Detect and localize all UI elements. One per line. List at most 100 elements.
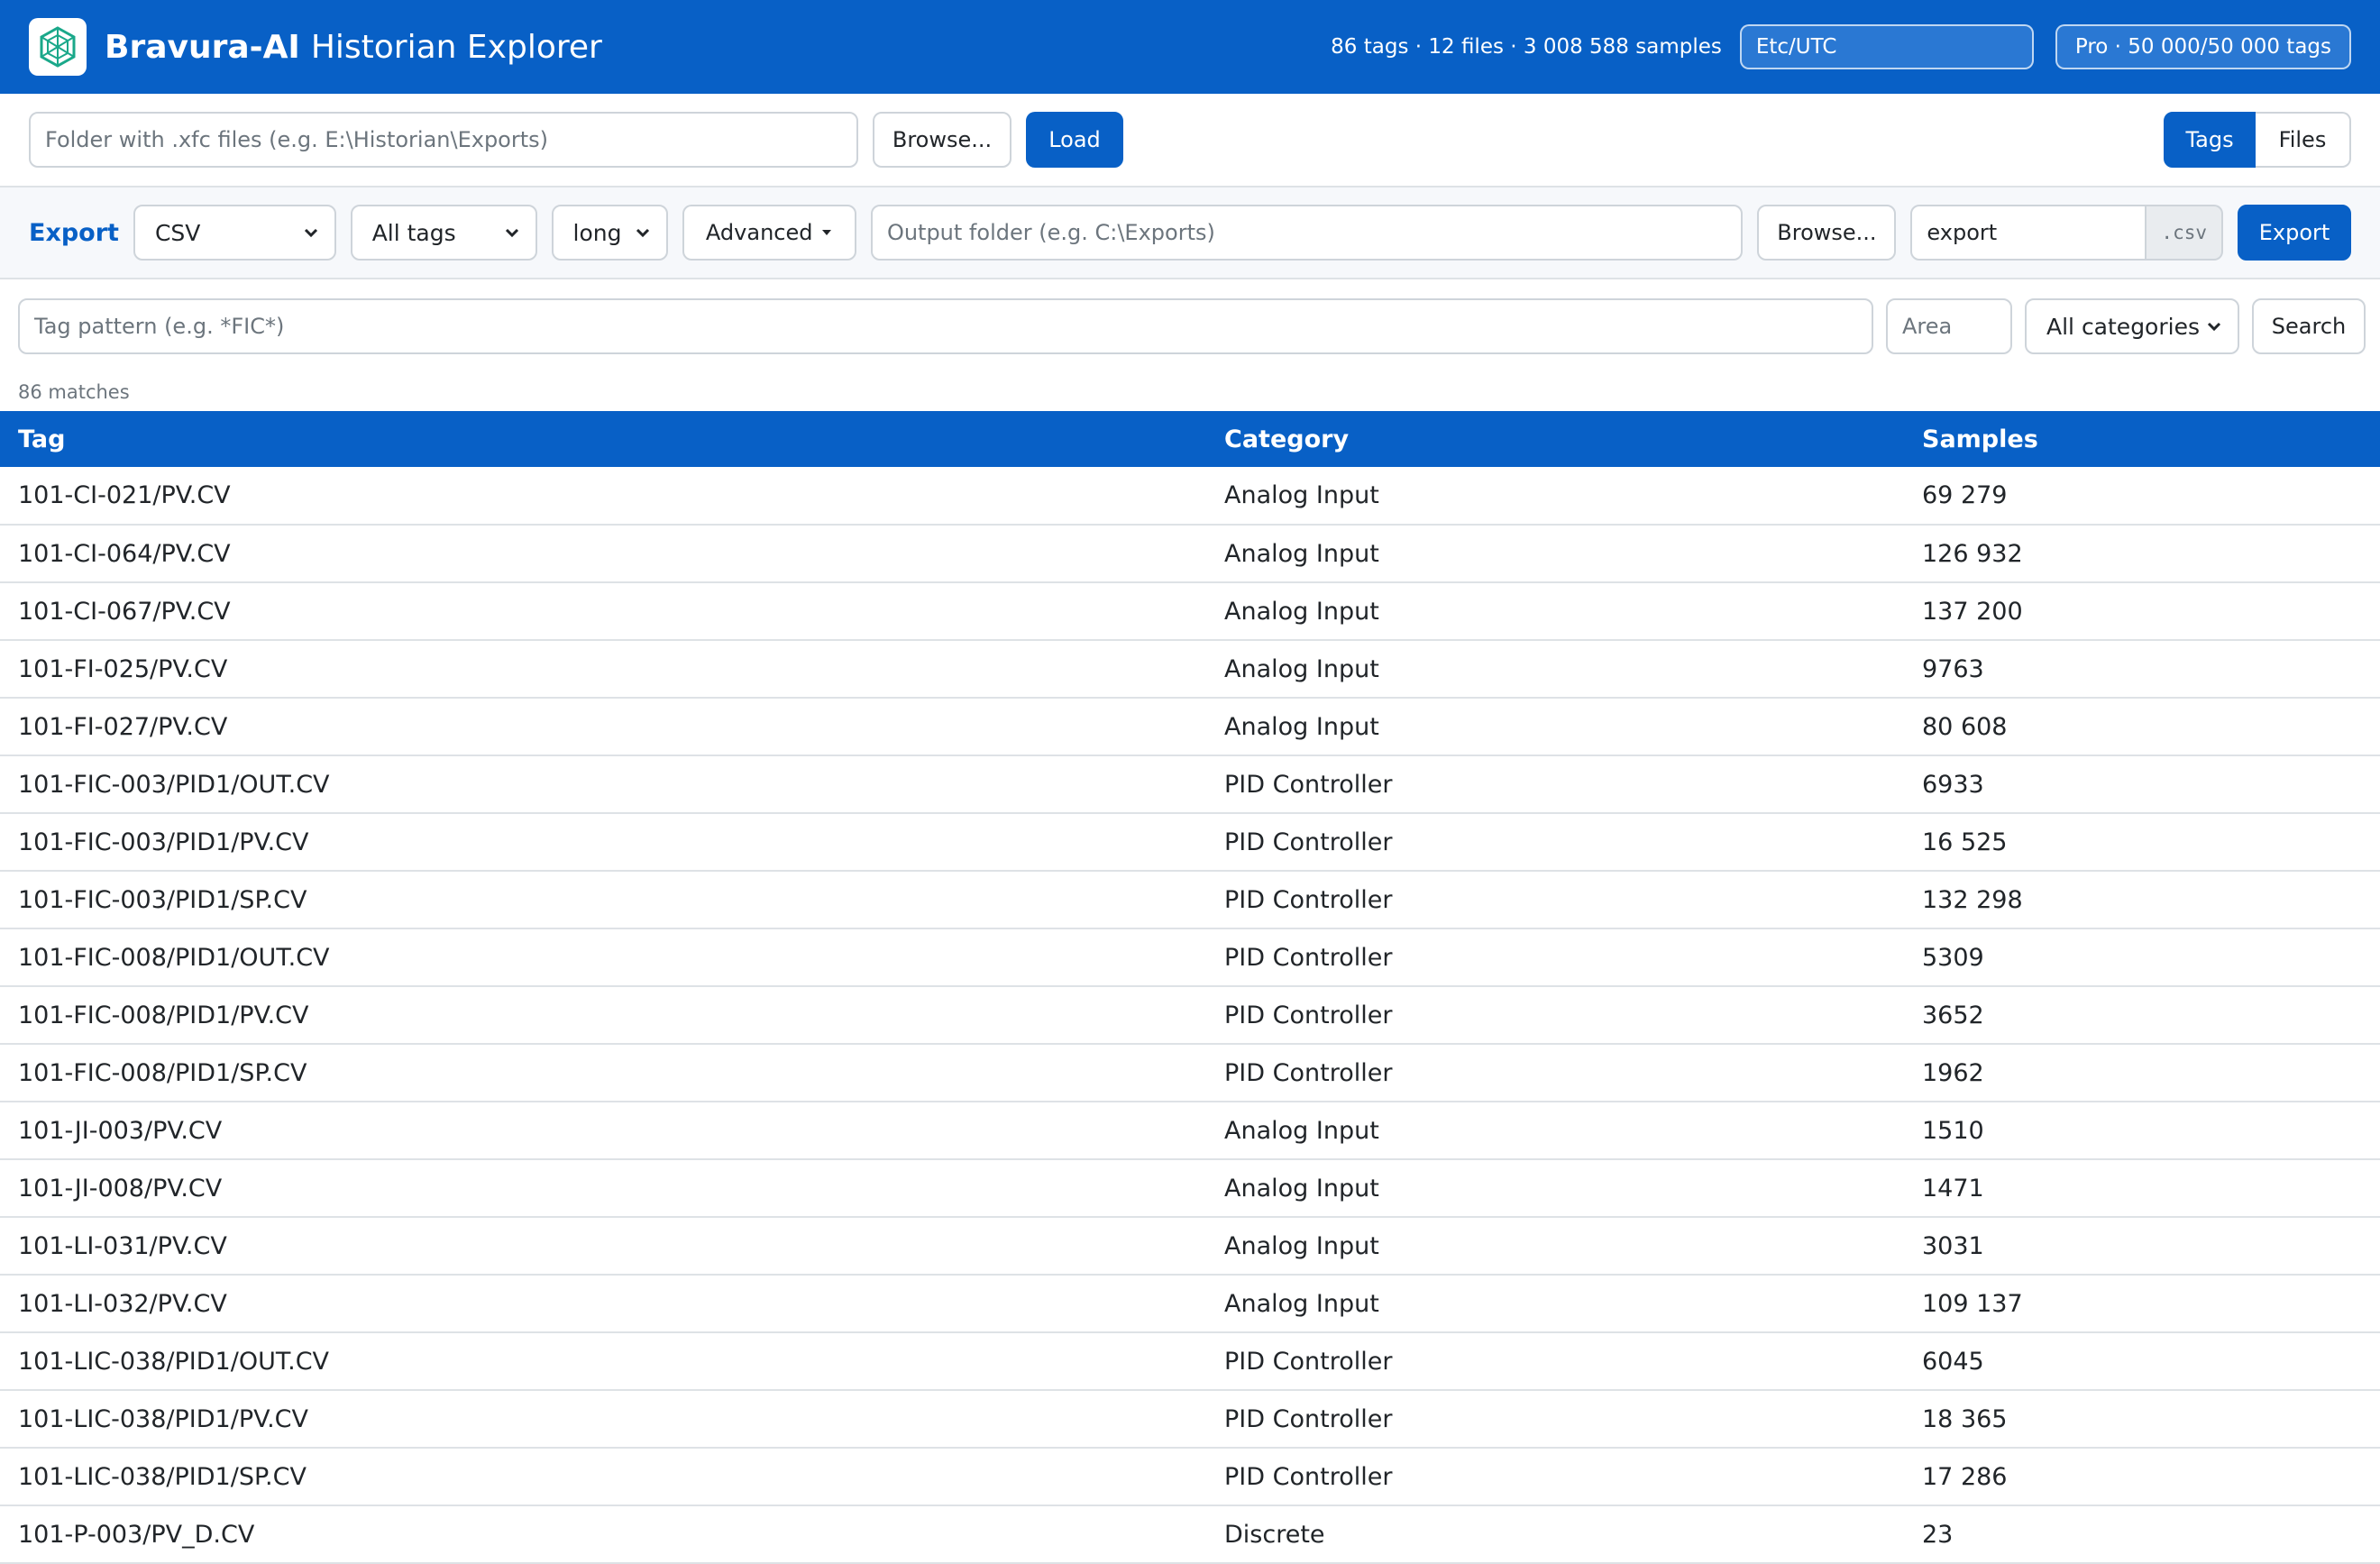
samples-cell: 80 608	[1904, 698, 2380, 756]
tag-cell: 101-JI-003/PV.CV	[0, 1102, 1206, 1160]
tags-table: Tag Category Samples 101-CI-021/PV.CV Ana…	[0, 411, 2380, 1564]
category-cell: Analog Input	[1206, 698, 1904, 756]
category-select[interactable]: All categories	[2025, 298, 2239, 354]
table-row[interactable]: 101-P-003/PV_D.CV Discrete 23	[0, 1505, 2380, 1564]
table-row[interactable]: 101-FIC-003/PID1/OUT.CV PID Controller 693…	[0, 755, 2380, 814]
category-cell: PID Controller	[1206, 1448, 1904, 1506]
table-row[interactable]: 101-CI-064/PV.CV Analog Input 126 932	[0, 525, 2380, 583]
samples-cell: 16 525	[1904, 813, 2380, 872]
tag-cell: 101-LIC-038/PID1/SP.CV	[0, 1448, 1206, 1506]
export-bar: Export CSV All tags long Advanced Output…	[0, 187, 2380, 279]
column-header-tag[interactable]: Tag	[0, 411, 1206, 467]
samples-cell: 137 200	[1904, 582, 2380, 641]
scope-select[interactable]: All tags	[350, 205, 537, 261]
table-row[interactable]: 101-JI-008/PV.CV Analog Input 1471	[0, 1159, 2380, 1218]
column-header-samples[interactable]: Samples	[1904, 411, 2380, 467]
table-header-row: Tag Category Samples	[0, 411, 2380, 467]
samples-cell: 3652	[1904, 986, 2380, 1045]
samples-cell: 69 279	[1904, 467, 2380, 526]
chevron-down-icon	[636, 228, 649, 238]
tag-cell: 101-LIC-038/PID1/PV.CV	[0, 1390, 1206, 1449]
tag-cell: 101-FIC-008/PID1/SP.CV	[0, 1044, 1206, 1102]
tag-cell: 101-FI-027/PV.CV	[0, 698, 1206, 756]
output-folder-input[interactable]: Output folder (e.g. C:\Exports)	[870, 205, 1744, 261]
table-row[interactable]: 101-LIC-038/PID1/PV.CV PID Controller 18 3…	[0, 1390, 2380, 1449]
category-cell: Analog Input	[1206, 1102, 1904, 1160]
tag-cell: 101-CI-064/PV.CV	[0, 525, 1206, 583]
tag-cell: 101-FIC-003/PID1/PV.CV	[0, 813, 1206, 872]
chevron-down-icon	[505, 228, 518, 238]
category-cell: PID Controller	[1206, 813, 1904, 872]
format-select[interactable]: CSV	[133, 205, 336, 261]
samples-cell: 126 932	[1904, 525, 2380, 583]
browse-output-button[interactable]: Browse...	[1757, 205, 1897, 261]
output-folder-placeholder: Output folder (e.g. C:\Exports)	[886, 220, 1215, 245]
table-row[interactable]: 101-FIC-008/PID1/PV.CV PID Controller 3652	[0, 986, 2380, 1045]
load-button[interactable]: Load	[1026, 112, 1123, 168]
category-cell: Analog Input	[1206, 582, 1904, 641]
category-cell: PID Controller	[1206, 1390, 1904, 1449]
tag-cell: 101-FIC-003/PID1/OUT.CV	[0, 755, 1206, 814]
cube-logo-icon	[40, 26, 76, 68]
tag-cell: 101-P-003/PV_D.CV	[0, 1505, 1206, 1564]
timezone-select[interactable]: Etc/UTC	[1739, 24, 2034, 69]
advanced-label: Advanced	[705, 220, 813, 245]
table-row[interactable]: 101-FI-027/PV.CV Analog Input 80 608	[0, 698, 2380, 756]
app-subtitle: Historian Explorer	[310, 28, 602, 66]
category-cell: Analog Input	[1206, 467, 1904, 526]
column-header-category[interactable]: Category	[1206, 411, 1904, 467]
folder-input-placeholder: Folder with .xfc files (e.g. E:\Historia…	[45, 127, 548, 152]
table-body: 101-CI-021/PV.CV Analog Input 69 279 101-CI…	[0, 467, 2380, 1564]
samples-cell: 3031	[1904, 1217, 2380, 1276]
tag-pattern-input[interactable]: Tag pattern (e.g. *FIC*)	[18, 298, 1873, 354]
tag-cell: 101-FIC-003/PID1/SP.CV	[0, 871, 1206, 929]
tag-cell: 101-LI-032/PV.CV	[0, 1275, 1206, 1333]
table-row[interactable]: 101-JI-003/PV.CV Analog Input 1510	[0, 1102, 2380, 1160]
chevron-down-icon	[304, 228, 317, 238]
license-button[interactable]: Pro · 50 000/50 000 tags	[2055, 24, 2351, 69]
table-row[interactable]: 101-FIC-008/PID1/SP.CV PID Controller 1962	[0, 1044, 2380, 1102]
table-row[interactable]: 101-CI-021/PV.CV Analog Input 69 279	[0, 467, 2380, 526]
table-row[interactable]: 101-LI-031/PV.CV Analog Input 3031	[0, 1217, 2380, 1276]
folder-input[interactable]: Folder with .xfc files (e.g. E:\Historia…	[29, 112, 858, 168]
samples-cell: 132 298	[1904, 871, 2380, 929]
table-row[interactable]: 101-FI-025/PV.CV Analog Input 9763	[0, 640, 2380, 699]
tag-cell: 101-CI-067/PV.CV	[0, 582, 1206, 641]
samples-cell: 17 286	[1904, 1448, 2380, 1506]
format-value: CSV	[154, 219, 201, 246]
brand-name: Bravura-AI	[105, 28, 300, 66]
category-value: All categories	[2046, 313, 2200, 340]
samples-cell: 18 365	[1904, 1390, 2380, 1449]
table-row[interactable]: 101-FIC-008/PID1/OUT.CV PID Controller 530…	[0, 928, 2380, 987]
tag-cell: 101-FIC-008/PID1/OUT.CV	[0, 928, 1206, 987]
file-extension: .csv	[2147, 205, 2223, 261]
export-section-label: Export	[29, 218, 119, 247]
category-cell: Discrete	[1206, 1505, 1904, 1564]
filter-bar: Tag pattern (e.g. *FIC*) Area All catego…	[0, 279, 2380, 373]
category-cell: PID Controller	[1206, 1044, 1904, 1102]
area-input[interactable]: Area	[1886, 298, 2012, 354]
tab-tags[interactable]: Tags	[2164, 112, 2256, 168]
layout-select[interactable]: long	[551, 205, 668, 261]
advanced-dropdown-button[interactable]: Advanced	[682, 205, 856, 261]
table-row[interactable]: 101-LI-032/PV.CV Analog Input 109 137	[0, 1275, 2380, 1333]
timezone-value: Etc/UTC	[1755, 35, 1837, 59]
samples-cell: 1471	[1904, 1159, 2380, 1218]
filename-value: export	[1927, 220, 1998, 245]
scope-value: All tags	[371, 219, 456, 246]
table-row[interactable]: 101-FIC-003/PID1/PV.CV PID Controller 16 5…	[0, 813, 2380, 872]
tab-files[interactable]: Files	[2256, 112, 2351, 168]
table-row[interactable]: 101-LIC-038/PID1/SP.CV PID Controller 17 2…	[0, 1448, 2380, 1506]
table-row[interactable]: 101-LIC-038/PID1/OUT.CV PID Controller 604…	[0, 1332, 2380, 1391]
export-button[interactable]: Export	[2238, 205, 2351, 261]
table-row[interactable]: 101-FIC-003/PID1/SP.CV PID Controller 132 …	[0, 871, 2380, 929]
samples-cell: 5309	[1904, 928, 2380, 987]
category-cell: PID Controller	[1206, 986, 1904, 1045]
samples-cell: 23	[1904, 1505, 2380, 1564]
table-row[interactable]: 101-CI-067/PV.CV Analog Input 137 200	[0, 582, 2380, 641]
search-button[interactable]: Search	[2252, 298, 2366, 354]
filename-input[interactable]: export	[1910, 205, 2147, 261]
browse-folder-button[interactable]: Browse...	[873, 112, 1012, 168]
category-cell: PID Controller	[1206, 871, 1904, 929]
samples-cell: 9763	[1904, 640, 2380, 699]
